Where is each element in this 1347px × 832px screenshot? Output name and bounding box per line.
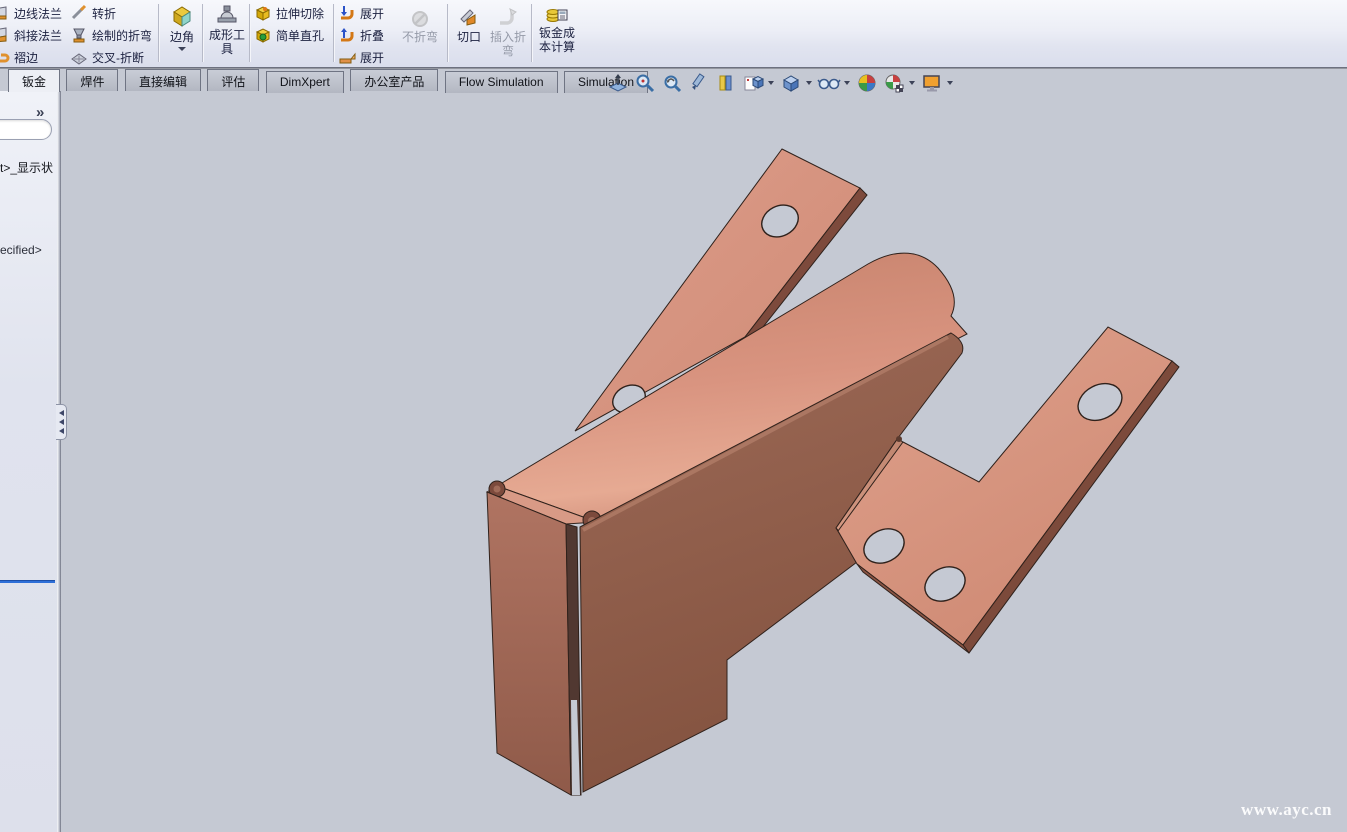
panel-splitter[interactable] (57, 91, 61, 832)
view-orientation-dropdown[interactable] (768, 81, 774, 85)
rollback-bar[interactable] (0, 580, 55, 583)
tab-office-products[interactable]: 办公室产品 (350, 69, 438, 91)
jog-icon (70, 4, 88, 22)
body-left-face (487, 492, 571, 795)
extruded-cut-icon (254, 4, 272, 22)
ribbon-button-rip[interactable]: 切口 (452, 6, 486, 44)
ribbon-button-insert-bends[interactable]: 插入折弯 (487, 6, 529, 58)
sheet-metal-cost-icon (545, 4, 569, 26)
flatten-icon (338, 48, 356, 66)
hem-icon (0, 48, 10, 66)
panel-collapse-handle[interactable] (56, 404, 67, 440)
apply-scene-icon[interactable] (882, 71, 906, 95)
bend-relief-notch (896, 436, 902, 442)
ribbon-button-miter-flange[interactable]: 斜接法兰 (0, 25, 62, 45)
corner-dropdown-arrow[interactable] (178, 47, 186, 51)
ribbon-button-forming-tool[interactable]: 成形工具 (206, 4, 248, 56)
fold-icon (338, 26, 356, 44)
simple-hole-icon (254, 26, 272, 44)
edit-appearance-icon[interactable] (855, 71, 879, 95)
ribbon-button-sketched-bend[interactable]: 绘制的折弯 (70, 25, 152, 45)
rip-icon (457, 6, 481, 30)
apply-scene-dropdown[interactable] (909, 81, 915, 85)
ribbon-button-edge-flange[interactable]: 边线法兰 (0, 3, 62, 23)
tab-flow-simulation[interactable]: Flow Simulation (445, 71, 558, 93)
tab-evaluate[interactable]: 评估 (207, 69, 259, 91)
ribbon-button-extruded-cut[interactable]: 拉伸切除 (254, 3, 324, 23)
tree-item-material[interactable]: ecified> (0, 243, 59, 257)
sheet-metal-bracket[interactable] (487, 149, 1179, 795)
ribbon-button-cross-break[interactable]: 交叉-折断 (70, 47, 144, 67)
heads-up-view-toolbar (606, 70, 955, 96)
ribbon-separator (202, 4, 203, 62)
section-view-icon[interactable] (687, 71, 711, 95)
corner-relief-left-center (494, 486, 501, 493)
ribbon-button-sheet-metal-cost[interactable]: 钣金成本计算 (536, 4, 578, 54)
corner-icon (169, 4, 195, 30)
tab-sheet-metal[interactable]: 钣金 (8, 69, 60, 92)
view-orientation-icon[interactable] (741, 71, 765, 95)
zoom-to-area-icon[interactable] (633, 71, 657, 95)
cross-break-icon (70, 48, 88, 66)
edge-flange-icon (0, 4, 10, 22)
ribbon-button-unfold[interactable]: 展开 (338, 3, 384, 23)
hide-show-items-icon[interactable] (817, 71, 841, 95)
ribbon-button-no-bends[interactable]: 不折弯 (398, 8, 442, 44)
ribbon-separator (249, 4, 250, 62)
miter-flange-icon (0, 26, 10, 44)
forming-tool-icon (214, 4, 240, 28)
feature-manager-panel: » t>_显示状 ecified> (0, 91, 57, 832)
feature-search-input[interactable] (0, 119, 52, 140)
graphics-viewport[interactable]: www.ayc.cn (0, 0, 1347, 832)
ribbon-button-flatten[interactable]: 展开 (338, 47, 384, 67)
ribbon-separator (333, 4, 334, 62)
sketched-bend-icon (70, 26, 88, 44)
sheet-metal-part-model[interactable] (0, 0, 1347, 832)
watermark: www.ayc.cn (1241, 800, 1332, 820)
view-settings-dropdown[interactable] (947, 81, 953, 85)
display-style-dropdown[interactable] (806, 81, 812, 85)
tree-item-display-state[interactable]: t>_显示状 (0, 159, 59, 176)
ribbon-separator (158, 4, 159, 62)
dynamic-annotation-view-icon[interactable] (714, 71, 738, 95)
view-settings-icon[interactable] (920, 71, 944, 95)
ribbon-button-fold[interactable]: 折叠 (338, 25, 384, 45)
ribbon-button-hem[interactable]: 褶边 (0, 47, 38, 67)
ribbon-button-corner[interactable]: 边角 (164, 4, 200, 51)
collapse-arrow-icon (59, 410, 64, 416)
collapse-arrow-icon (59, 428, 64, 434)
tab-dimxpert[interactable]: DimXpert (266, 71, 344, 93)
display-style-icon[interactable] (779, 71, 803, 95)
collapse-arrow-icon (59, 419, 64, 425)
insert-bends-icon (496, 6, 520, 30)
solidworks-window: www.ayc.cn 边线法兰 斜接法兰 褶边 转折 绘制的折弯 交叉-折断 (0, 0, 1347, 832)
tab-weldments[interactable]: 焊件 (66, 69, 118, 91)
no-bends-icon (409, 8, 431, 30)
zoom-to-fit-icon[interactable] (606, 71, 630, 95)
ribbon-separator (447, 4, 448, 62)
command-manager-ribbon: 边线法兰 斜接法兰 褶边 转折 绘制的折弯 交叉-折断 边角 (0, 0, 1347, 68)
ribbon-separator (531, 4, 532, 62)
previous-view-icon[interactable] (660, 71, 684, 95)
hide-show-items-dropdown[interactable] (844, 81, 850, 85)
ribbon-button-jog[interactable]: 转折 (70, 3, 116, 23)
unfold-icon (338, 4, 356, 22)
ribbon-button-simple-hole[interactable]: 简单直孔 (254, 25, 324, 45)
tab-direct-editing[interactable]: 直接编辑 (125, 69, 201, 91)
